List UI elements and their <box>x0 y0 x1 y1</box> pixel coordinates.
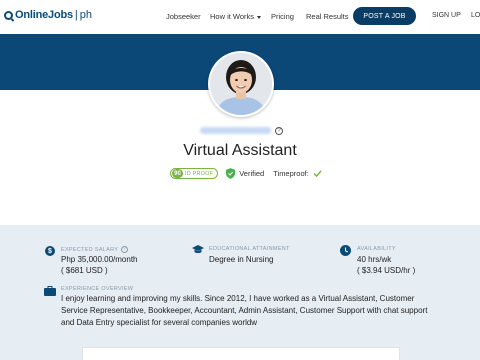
brand-separator: | <box>74 9 78 21</box>
education-label: EDUCATIONAL ATTAINMENT <box>209 246 290 252</box>
timeproof-label: Timeproof: <box>273 169 309 178</box>
check-icon <box>313 170 322 177</box>
verified-label: Verified <box>239 169 265 178</box>
magnifier-logo-icon <box>4 10 13 20</box>
dollar-icon: $ <box>45 246 55 256</box>
post-a-job-button[interactable]: POST A JOB <box>353 7 416 25</box>
shield-check-icon <box>226 168 236 179</box>
brand-name: OnlineJobs <box>15 9 73 21</box>
availability-label: AVAILABILITY <box>357 246 396 252</box>
nav-how-it-works[interactable]: How it Works <box>210 12 262 21</box>
id-proof-score: 90 <box>172 169 183 178</box>
clock-icon <box>340 245 351 256</box>
nav-jobseeker[interactable]: Jobseeker <box>166 12 201 21</box>
brand-logo[interactable]: OnlineJobs | ph <box>4 9 92 21</box>
question-icon[interactable]: ? <box>275 127 283 135</box>
nav-how-it-works-label: How it Works <box>210 12 255 21</box>
experience-label: EXPERIENCE OVERVIEW <box>61 286 134 292</box>
id-proof-badge[interactable]: 90 ID PROOF <box>170 168 219 179</box>
blurred-name <box>200 127 271 134</box>
verification-badges: 90 ID PROOF Verified Timeproof: <box>170 168 322 179</box>
avatar-photo <box>210 53 272 115</box>
login-link[interactable]: LO <box>471 12 480 19</box>
expected-salary-value: Php 35,000.00/month <box>61 255 138 264</box>
sign-up-link[interactable]: SIGN UP <box>432 12 461 19</box>
chevron-down-icon <box>257 15 262 19</box>
top-navbar: OnlineJobs | ph Jobseeker How it Works P… <box>0 0 480 34</box>
education-value: Degree in Nursing <box>209 255 274 264</box>
brand-suffix: ph <box>79 9 93 21</box>
nav-pricing[interactable]: Pricing <box>271 12 294 21</box>
graduation-cap-icon <box>192 245 204 254</box>
nav-real-results[interactable]: Real Results <box>306 12 349 21</box>
experience-text: I enjoy learning and improving my skills… <box>61 294 428 327</box>
availability-value: 40 hrs/wk <box>357 255 392 264</box>
availability-rate: ( $3.94 USD/hr ) <box>357 266 416 275</box>
question-icon[interactable]: ? <box>121 246 129 253</box>
content-card <box>82 347 400 360</box>
profile-avatar <box>208 51 274 117</box>
briefcase-icon <box>44 286 56 296</box>
expected-salary-label: EXPECTED SALARY? <box>61 246 129 253</box>
expected-salary-label-text: EXPECTED SALARY <box>61 246 119 253</box>
expected-salary-usd: ( $681 USD ) <box>61 266 108 275</box>
profile-title: Virtual Assistant <box>183 142 297 159</box>
id-proof-label: ID PROOF <box>185 170 214 177</box>
